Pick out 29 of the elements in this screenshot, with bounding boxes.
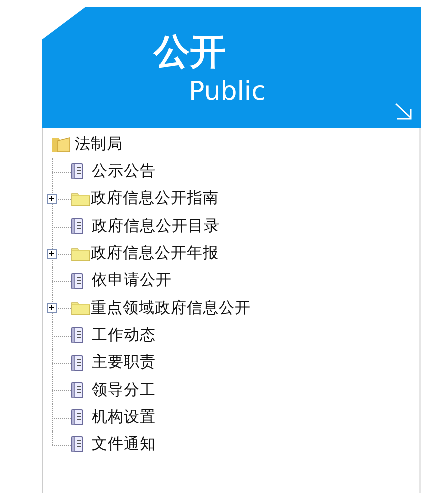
tree-item[interactable]: 工作动态	[92, 328, 156, 344]
tree-item[interactable]: 政府信息公开目录	[92, 218, 220, 234]
document-icon	[71, 354, 85, 372]
tree-item[interactable]: 依申请公开	[92, 273, 172, 289]
expand-icon[interactable]	[47, 194, 57, 204]
tree-item[interactable]: 政府信息公开年报	[91, 246, 219, 262]
document-icon	[71, 327, 85, 344]
section-subtitle: Public	[189, 77, 266, 108]
folder-icon	[71, 191, 91, 208]
expand-icon[interactable]	[47, 248, 57, 259]
arrow-icon[interactable]	[394, 103, 414, 121]
document-icon	[71, 163, 85, 180]
tree-item[interactable]: 机构设置	[92, 410, 156, 426]
tree-item[interactable]: 主要职责	[92, 355, 156, 371]
expand-icon[interactable]	[47, 303, 57, 314]
tree-item[interactable]: 公示公告	[92, 164, 156, 180]
tree-item[interactable]: 重点领域政府信息公开	[91, 300, 251, 316]
folder-icon	[71, 246, 91, 262]
tree-item[interactable]: 法制局	[75, 136, 123, 152]
tree-item[interactable]: 政府信息公开指南	[91, 191, 219, 207]
document-icon	[71, 218, 85, 236]
folder-icon	[71, 300, 91, 316]
tree-item[interactable]: 领导分工	[92, 382, 156, 398]
document-icon	[71, 436, 85, 454]
document-icon	[71, 382, 85, 399]
document-icon	[71, 272, 85, 290]
tree-item[interactable]: 文件通知	[92, 437, 156, 453]
document-icon	[71, 409, 85, 426]
section-title: 公开	[154, 31, 226, 74]
